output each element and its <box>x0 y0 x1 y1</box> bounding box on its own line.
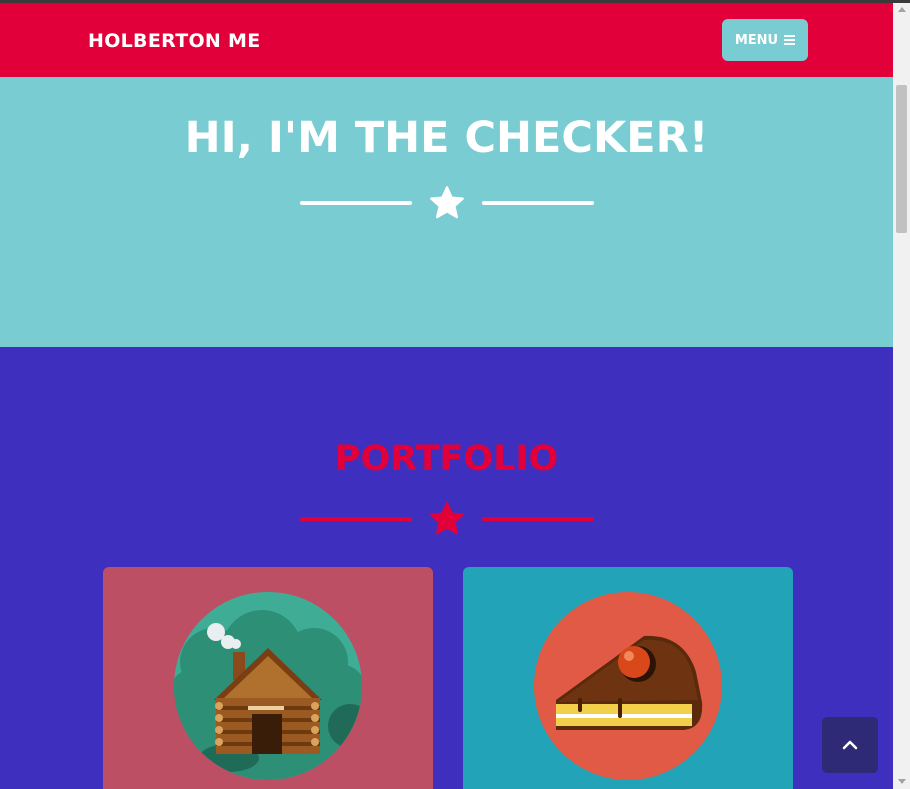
vertical-scrollbar[interactable] <box>893 3 910 789</box>
portfolio-divider <box>0 499 893 539</box>
divider-line-right <box>481 201 594 205</box>
menu-button[interactable]: MENU <box>722 19 808 61</box>
brand-link[interactable]: HOLBERTON ME <box>88 30 261 52</box>
back-to-top-button[interactable] <box>822 717 878 773</box>
portfolio-section: PORTFOLIO <box>0 347 893 789</box>
hero-divider <box>0 183 893 223</box>
scrollbar-thumb[interactable] <box>896 85 907 233</box>
navbar: HOLBERTON ME MENU <box>0 3 893 77</box>
hamburger-icon <box>784 35 796 45</box>
portfolio-item-cake[interactable] <box>463 567 793 789</box>
star-icon <box>429 502 464 535</box>
divider-line-left <box>299 517 412 521</box>
cake-icon <box>534 592 722 780</box>
menu-button-label: MENU <box>734 32 779 48</box>
hero-title: HI, I'M THE CHECKER! <box>184 113 709 163</box>
divider-line-left <box>299 201 412 205</box>
portfolio-title: PORTFOLIO <box>334 439 559 479</box>
hero-section: HI, I'M THE CHECKER! <box>0 77 893 347</box>
scroll-down-arrow[interactable] <box>898 779 906 784</box>
cabin-icon <box>174 592 362 780</box>
star-icon <box>429 186 464 219</box>
portfolio-item-cabin[interactable] <box>103 567 433 789</box>
divider-line-right <box>481 517 594 521</box>
scroll-up-arrow[interactable] <box>898 7 906 12</box>
chevron-up-icon <box>842 740 858 750</box>
